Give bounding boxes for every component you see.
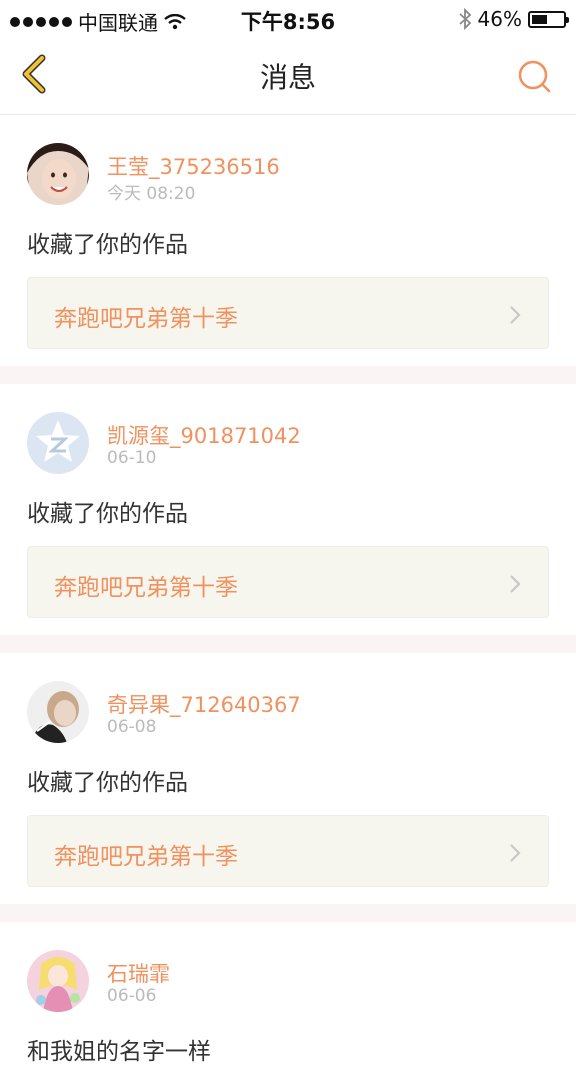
message-header: 奇异果_712640367 06-08 bbox=[27, 653, 549, 743]
work-link[interactable]: 奔跑吧兄弟第十季 bbox=[27, 546, 549, 618]
bluetooth-icon bbox=[458, 8, 471, 30]
nav-bar: 消息 bbox=[0, 36, 576, 115]
message-item: 奇异果_712640367 06-08 收藏了你的作品 奔跑吧兄弟第十季 bbox=[0, 653, 576, 887]
message-time: 06-06 bbox=[107, 986, 157, 1006]
message-header: 王莹_375236516 今天 08:20 bbox=[27, 115, 549, 205]
message-text: 和我姐的名字一样 bbox=[27, 1039, 211, 1065]
message-text: 收藏了你的作品 bbox=[27, 232, 188, 258]
avatar[interactable] bbox=[27, 143, 89, 205]
sender-name[interactable]: 凯源玺_901871042 bbox=[107, 420, 301, 450]
chevron-right-icon bbox=[510, 575, 521, 593]
separator bbox=[0, 366, 576, 384]
separator bbox=[0, 904, 576, 922]
work-link-label: 奔跑吧兄弟第十季 bbox=[54, 306, 238, 332]
message-time: 今天 08:20 bbox=[107, 184, 196, 204]
message-header: 石瑞霏 06-06 bbox=[27, 922, 549, 1012]
battery-percent: 46% bbox=[477, 7, 522, 31]
message-time: 06-08 bbox=[107, 717, 157, 737]
status-bar: 中国联通 下午8:56 46% bbox=[0, 0, 576, 36]
sender-name[interactable]: 石瑞霏 bbox=[107, 958, 170, 988]
message-item: 凯源玺_901871042 06-10 收藏了你的作品 奔跑吧兄弟第十季 bbox=[0, 384, 576, 618]
message-header: 凯源玺_901871042 06-10 bbox=[27, 384, 549, 474]
work-link-label: 奔跑吧兄弟第十季 bbox=[54, 575, 238, 601]
search-icon[interactable] bbox=[516, 58, 552, 94]
avatar[interactable] bbox=[27, 681, 89, 743]
message-item: 王莹_375236516 今天 08:20 收藏了你的作品 奔跑吧兄弟第十季 bbox=[0, 115, 576, 349]
status-right: 46% bbox=[458, 7, 569, 31]
work-link[interactable]: 奔跑吧兄弟第十季 bbox=[27, 277, 549, 349]
avatar[interactable] bbox=[27, 950, 89, 1012]
message-item: 石瑞霏 06-06 和我姐的名字一样 bbox=[0, 922, 576, 1070]
sender-name[interactable]: 王莹_375236516 bbox=[107, 151, 280, 181]
chevron-right-icon bbox=[510, 844, 521, 862]
message-text: 收藏了你的作品 bbox=[27, 501, 188, 527]
message-text: 收藏了你的作品 bbox=[27, 770, 188, 796]
sender-name[interactable]: 奇异果_712640367 bbox=[107, 689, 301, 719]
separator bbox=[0, 635, 576, 653]
battery-icon bbox=[528, 10, 569, 28]
work-link-label: 奔跑吧兄弟第十季 bbox=[54, 844, 238, 870]
chevron-right-icon bbox=[510, 306, 521, 324]
avatar[interactable] bbox=[27, 412, 89, 474]
page-title: 消息 bbox=[259, 61, 316, 94]
message-time: 06-10 bbox=[107, 448, 157, 468]
work-link[interactable]: 奔跑吧兄弟第十季 bbox=[27, 815, 549, 887]
